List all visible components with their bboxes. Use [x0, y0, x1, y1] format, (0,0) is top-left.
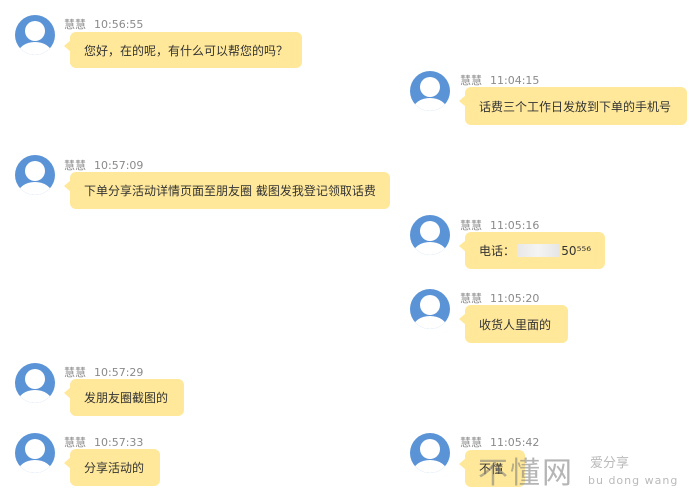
- user-avatar-icon: [410, 433, 450, 473]
- phone-label: 电话：: [479, 244, 516, 258]
- message-bubble: 话费三个工作日发放到下单的手机号: [459, 87, 687, 125]
- sender-name: 慧慧: [64, 436, 86, 449]
- message-meta: 慧慧 10:57:09: [64, 157, 143, 173]
- message-meta: 慧慧 11:05:20: [460, 290, 539, 306]
- watermark-pinyin: bu dong wang: [588, 474, 679, 487]
- user-avatar-icon: [15, 155, 55, 195]
- message-meta: 慧慧 10:57:33: [64, 434, 143, 450]
- sender-name: 慧慧: [460, 292, 482, 305]
- phone-suffix: 50⁵⁵⁶: [561, 243, 591, 258]
- message-time: 11:05:20: [490, 292, 540, 305]
- message-time: 10:57:09: [94, 159, 144, 172]
- user-avatar-icon: [410, 71, 450, 111]
- sender-name: 慧慧: [64, 18, 86, 31]
- user-avatar-icon: [15, 15, 55, 55]
- message-time: 10:57:29: [94, 366, 144, 379]
- message-meta: 慧慧 11:04:15: [460, 72, 539, 88]
- message-bubble: 收货人里面的: [459, 305, 568, 343]
- message-bubble: 发朋友圈截图的: [64, 379, 184, 416]
- message-meta: 慧慧 10:56:55: [64, 16, 143, 32]
- watermark-tagline: 爱分享: [590, 456, 630, 471]
- user-avatar-icon: [410, 289, 450, 329]
- user-avatar-icon: [15, 363, 55, 403]
- site-watermark: 不懂网 爱分享 bu dong wang: [478, 448, 688, 498]
- user-avatar-icon: [410, 215, 450, 255]
- message-time: 10:57:33: [94, 436, 144, 449]
- sender-name: 慧慧: [64, 159, 86, 172]
- message-time: 10:56:55: [94, 18, 144, 31]
- message-bubble: 您好，在的呢，有什么可以帮您的吗？: [64, 32, 302, 68]
- message-time: 11:04:15: [490, 74, 540, 87]
- watermark-logo-text: 不懂网: [478, 456, 574, 491]
- message-bubble: 下单分享活动详情页面至朋友圈 截图发我登记领取话费: [64, 172, 390, 209]
- message-bubble: 分享活动的: [64, 449, 160, 486]
- message-bubble: 电话： 50⁵⁵⁶: [459, 232, 605, 269]
- user-avatar-icon: [15, 433, 55, 473]
- message-meta: 慧慧 10:57:29: [64, 364, 143, 380]
- sender-name: 慧慧: [64, 366, 86, 379]
- message-time: 11:05:16: [490, 219, 540, 232]
- redacted-phone: [517, 244, 560, 257]
- message-meta: 慧慧 11:05:16: [460, 217, 539, 233]
- sender-name: 慧慧: [460, 219, 482, 232]
- sender-name: 慧慧: [460, 74, 482, 87]
